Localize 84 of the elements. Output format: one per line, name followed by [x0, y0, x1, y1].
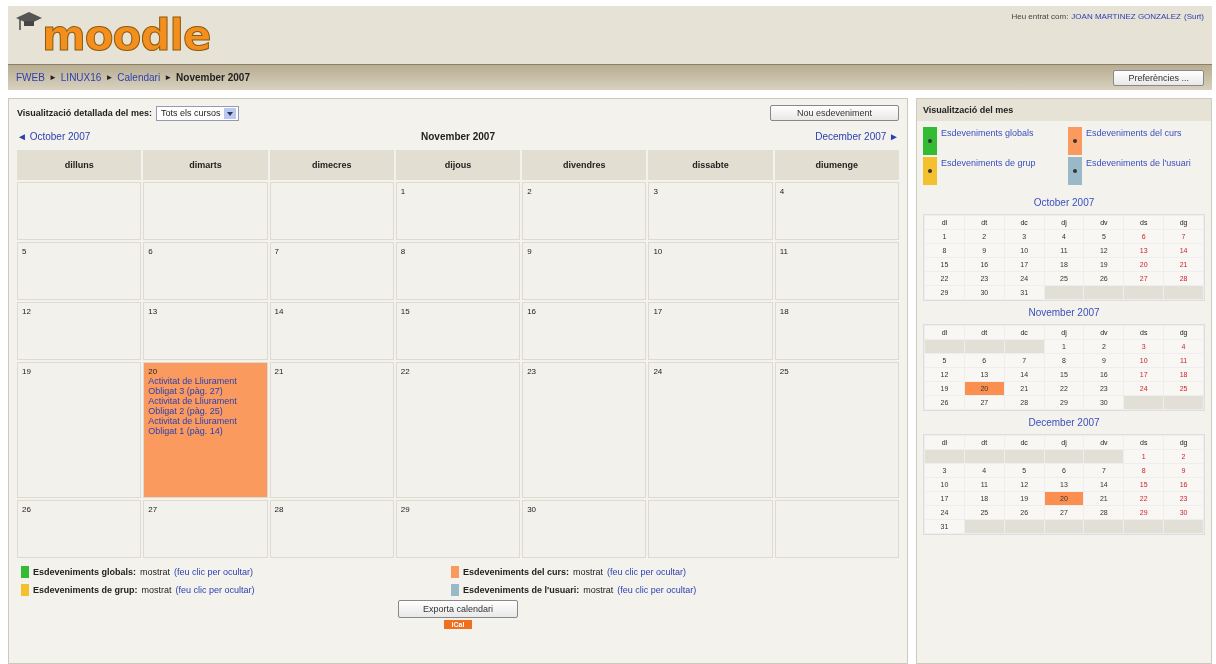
legend-status: mostrat [573, 567, 604, 577]
day-number: 16 [527, 307, 537, 316]
legend-label: Esdeveniments globals: [33, 567, 137, 577]
weekday-header: diumenge [774, 150, 899, 180]
breadcrumb-current: November 2007 [176, 72, 250, 83]
toggle-link[interactable]: (feu clic per ocultar) [174, 567, 254, 577]
toggle-link[interactable]: (feu clic per ocultar) [607, 567, 687, 577]
weekday-header: dilluns [17, 150, 142, 180]
day-number: 29 [400, 505, 410, 514]
mini-month-title[interactable]: November 2007 [917, 307, 1211, 318]
event-link[interactable]: Activitat de Lliurament Obligat 1 (pàg. 14) [148, 416, 263, 436]
logout-link[interactable]: (Surt) [1184, 12, 1204, 21]
day-number: 20 [148, 367, 158, 376]
sidebar-title: Visualització del mes [917, 99, 1211, 121]
legend-swatch[interactable] [923, 157, 937, 185]
breadcrumb-link[interactable]: Calendari [117, 72, 161, 83]
weekday-header: dimecres [269, 150, 394, 180]
moodle-logo: moodle [42, 14, 211, 58]
login-info: Heu entrat com: [1011, 12, 1069, 21]
preferences-button[interactable]: Preferències ... [1113, 69, 1204, 86]
day-number: 14 [274, 307, 284, 316]
day-number: 9 [527, 247, 532, 256]
day-number: 26 [22, 505, 31, 514]
weekday-header: dimarts [143, 150, 268, 180]
previous-month-link[interactable]: ◄ October 2007 [17, 131, 422, 142]
weekday-header: dijous [395, 150, 521, 180]
legend-label: Esdeveniments del curs: [463, 567, 570, 577]
course-select[interactable]: Tots els cursos [155, 105, 240, 121]
day-number: 19 [22, 367, 31, 376]
breadcrumb-separator: ► [105, 73, 114, 82]
day-number: 27 [148, 505, 158, 514]
day-number: 6 [148, 247, 153, 256]
legend-status: mostrat [140, 567, 171, 577]
day-number: 5 [22, 247, 27, 256]
day-number: 25 [779, 367, 789, 376]
day-number: 7 [274, 247, 279, 256]
legend-status: mostrat [583, 585, 614, 595]
day-number: 2 [527, 187, 532, 196]
day-number: 15 [400, 307, 410, 316]
legend-label: Esdeveniments de grup: [33, 585, 138, 595]
day-number: 10 [653, 247, 663, 256]
day-number: 18 [779, 307, 789, 316]
day-number: 21 [274, 367, 284, 376]
day-number: 17 [653, 307, 663, 316]
month-title: November 2007 [421, 131, 495, 142]
day-number: 13 [148, 307, 158, 316]
breadcrumb-link[interactable]: LINUX16 [60, 72, 102, 83]
legend-swatch[interactable] [1068, 157, 1082, 185]
day-number: 30 [527, 505, 537, 514]
legend-swatch[interactable] [1068, 127, 1082, 155]
day-number: 22 [400, 367, 410, 376]
user-link[interactable]: JOAN MARTINEZ GONZALEZ [1071, 12, 1181, 21]
new-event-button[interactable]: Nou esdeveniment [769, 105, 899, 121]
day-number: 23 [527, 367, 537, 376]
day-number: 8 [400, 247, 406, 256]
legend-link[interactable]: Esdeveniments de l'usuari [1086, 157, 1191, 170]
legend-swatch[interactable] [923, 127, 937, 155]
event-link[interactable]: Activitat de Lliurament Obligat 3 (pàg. 27) [148, 376, 263, 396]
toggle-link[interactable]: (feu clic per ocultar) [617, 585, 697, 595]
day-number: 12 [22, 307, 31, 316]
legend-label: Esdeveniments de l'usuari: [463, 585, 580, 595]
weekday-header: dissabte [648, 150, 773, 180]
legend-link[interactable]: Esdeveniments globals [941, 127, 1034, 140]
breadcrumb-separator: ► [164, 73, 173, 82]
view-label: Visualització detallada del mes: [17, 108, 152, 118]
event-link[interactable]: Activitat de Lliurament Obligat 2 (pàg. 25) [148, 396, 263, 416]
breadcrumb-separator: ► [48, 73, 57, 82]
mini-month-title[interactable]: October 2007 [917, 197, 1211, 208]
export-button[interactable]: Exporta calendari [397, 600, 518, 618]
day-number: 24 [653, 367, 663, 376]
day-number: 4 [779, 187, 785, 196]
breadcrumb-link[interactable]: FWEB [16, 72, 45, 83]
legend-link[interactable]: Esdeveniments del curs [1086, 127, 1182, 140]
graduation-cap-icon [16, 12, 42, 32]
weekday-header: divendres [522, 150, 647, 180]
day-number: 3 [653, 187, 658, 196]
next-month-link[interactable]: December 2007 ► [815, 131, 899, 142]
day-number: 28 [274, 505, 284, 514]
day-number: 1 [400, 187, 406, 196]
legend-status: mostrat [141, 585, 172, 595]
day-number: 11 [779, 247, 788, 256]
mini-month-title[interactable]: December 2007 [917, 417, 1211, 428]
toggle-link[interactable]: (feu clic per ocultar) [175, 585, 255, 595]
legend-link[interactable]: Esdeveniments de grup [941, 157, 1036, 170]
